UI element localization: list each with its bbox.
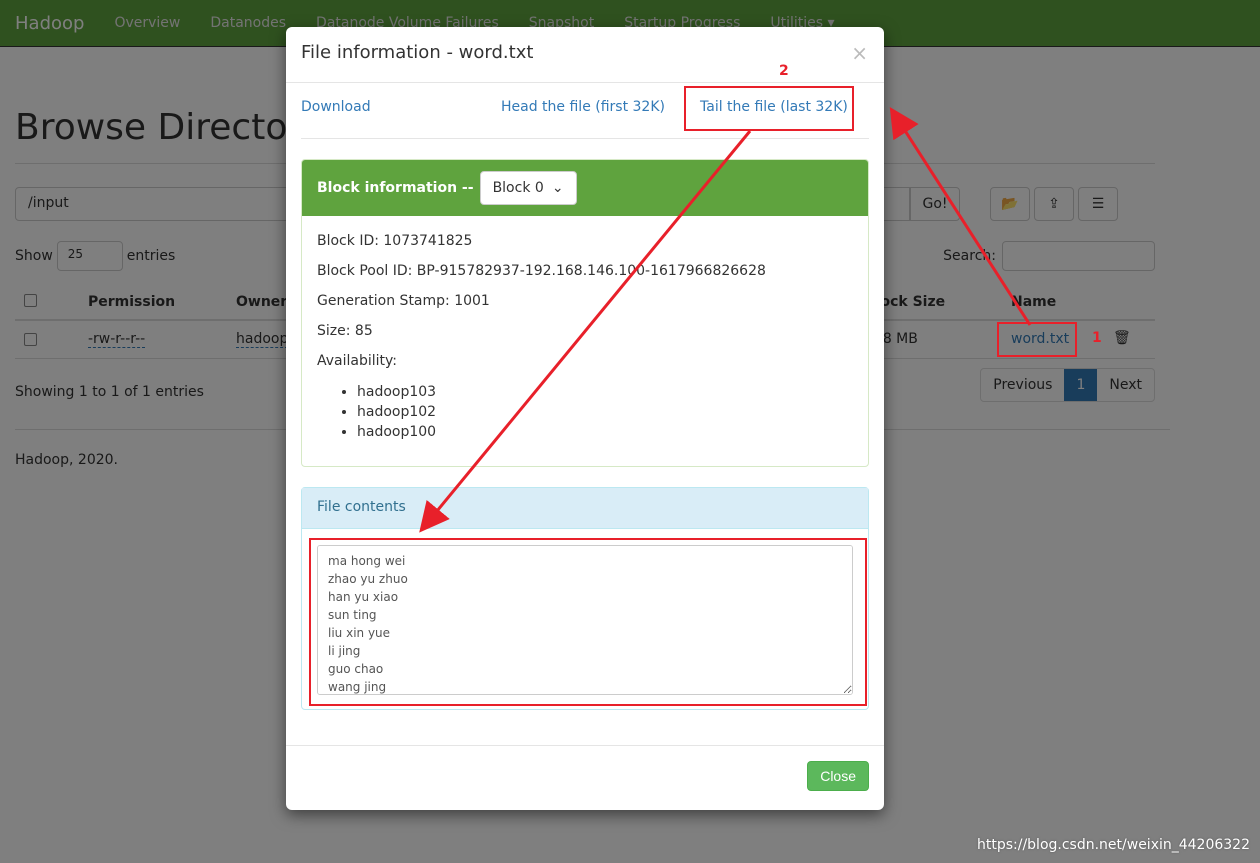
- annotation-arrows: [419, 106, 1032, 533]
- watermark: https://blog.csdn.net/weixin_44206322: [976, 837, 1250, 853]
- arrow-2: [419, 130, 752, 533]
- arrow-1: [889, 106, 1032, 326]
